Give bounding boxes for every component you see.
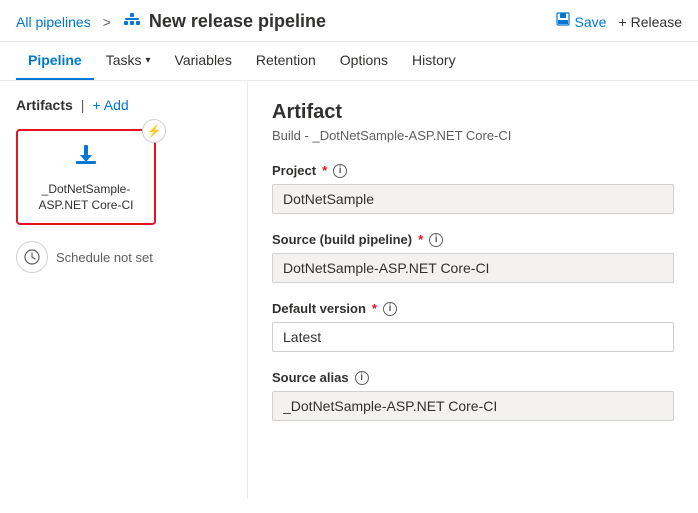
schedule-text: Schedule not set [56, 250, 153, 265]
artifact-panel-title: Artifact [272, 101, 674, 124]
schedule-item[interactable]: Schedule not set [16, 241, 231, 273]
add-artifact-button[interactable]: + Add [92, 97, 128, 113]
artifact-badge[interactable]: ⚡ [142, 119, 166, 143]
source-alias-form-group: Source alias i [272, 370, 674, 421]
breadcrumb-link[interactable]: All pipelines [16, 14, 91, 30]
artifact-card[interactable]: _DotNetSample-ASP.NET Core-CI [16, 129, 156, 225]
pipeline-icon [123, 10, 141, 33]
schedule-icon [16, 241, 48, 273]
source-form-group: Source (build pipeline) * i [272, 232, 674, 283]
tab-pipeline[interactable]: Pipeline [16, 42, 94, 80]
save-icon [555, 11, 571, 32]
header-left: All pipelines > New release pipeline [16, 10, 326, 33]
tab-options[interactable]: Options [328, 42, 400, 80]
project-info-icon[interactable]: i [333, 164, 347, 178]
lightning-icon: ⚡ [147, 124, 162, 138]
breadcrumb-separator: > [103, 14, 111, 30]
source-alias-info-icon[interactable]: i [355, 371, 369, 385]
page-title: New release pipeline [149, 11, 326, 32]
header: All pipelines > New release pipeline [0, 0, 698, 42]
artifact-panel-subtitle: Build - _DotNetSample-ASP.NET Core-CI [272, 128, 674, 143]
artifacts-divider: | [81, 97, 85, 113]
artifacts-header: Artifacts | + Add [16, 97, 231, 113]
release-label: Release [631, 14, 682, 30]
plus-icon: + [618, 14, 626, 30]
left-panel: Artifacts | + Add _DotNetSample-ASP.NET … [0, 81, 248, 499]
nav-tabs: Pipeline Tasks ▾ Variables Retention Opt… [0, 42, 698, 81]
project-form-group: Project * i [272, 163, 674, 214]
artifact-card-container: _DotNetSample-ASP.NET Core-CI ⚡ [16, 129, 156, 225]
project-required: * [322, 163, 327, 178]
tab-tasks[interactable]: Tasks ▾ [94, 42, 163, 80]
tab-history[interactable]: History [400, 42, 468, 80]
artifact-download-icon [28, 141, 144, 176]
source-alias-input[interactable] [272, 391, 674, 421]
tasks-arrow-icon: ▾ [145, 55, 150, 66]
tab-variables[interactable]: Variables [163, 42, 244, 80]
project-input[interactable] [272, 184, 674, 214]
source-required: * [418, 232, 423, 247]
release-button[interactable]: + Release [618, 14, 682, 30]
project-label: Project * i [272, 163, 674, 178]
default-version-required: * [372, 301, 377, 316]
header-actions: Save + Release [555, 11, 682, 32]
default-version-input[interactable] [272, 322, 674, 352]
source-input[interactable] [272, 253, 674, 283]
artifacts-title: Artifacts [16, 97, 73, 113]
main-content: Artifacts | + Add _DotNetSample-ASP.NET … [0, 81, 698, 499]
default-version-info-icon[interactable]: i [383, 302, 397, 316]
tab-retention[interactable]: Retention [244, 42, 328, 80]
save-label: Save [575, 14, 607, 30]
source-alias-label: Source alias i [272, 370, 674, 385]
default-version-label: Default version * i [272, 301, 674, 316]
artifact-name: _DotNetSample-ASP.NET Core-CI [28, 182, 144, 213]
right-panel: Artifact Build - _DotNetSample-ASP.NET C… [248, 81, 698, 499]
source-info-icon[interactable]: i [429, 233, 443, 247]
save-button[interactable]: Save [555, 11, 607, 32]
source-label: Source (build pipeline) * i [272, 232, 674, 247]
default-version-form-group: Default version * i [272, 301, 674, 352]
